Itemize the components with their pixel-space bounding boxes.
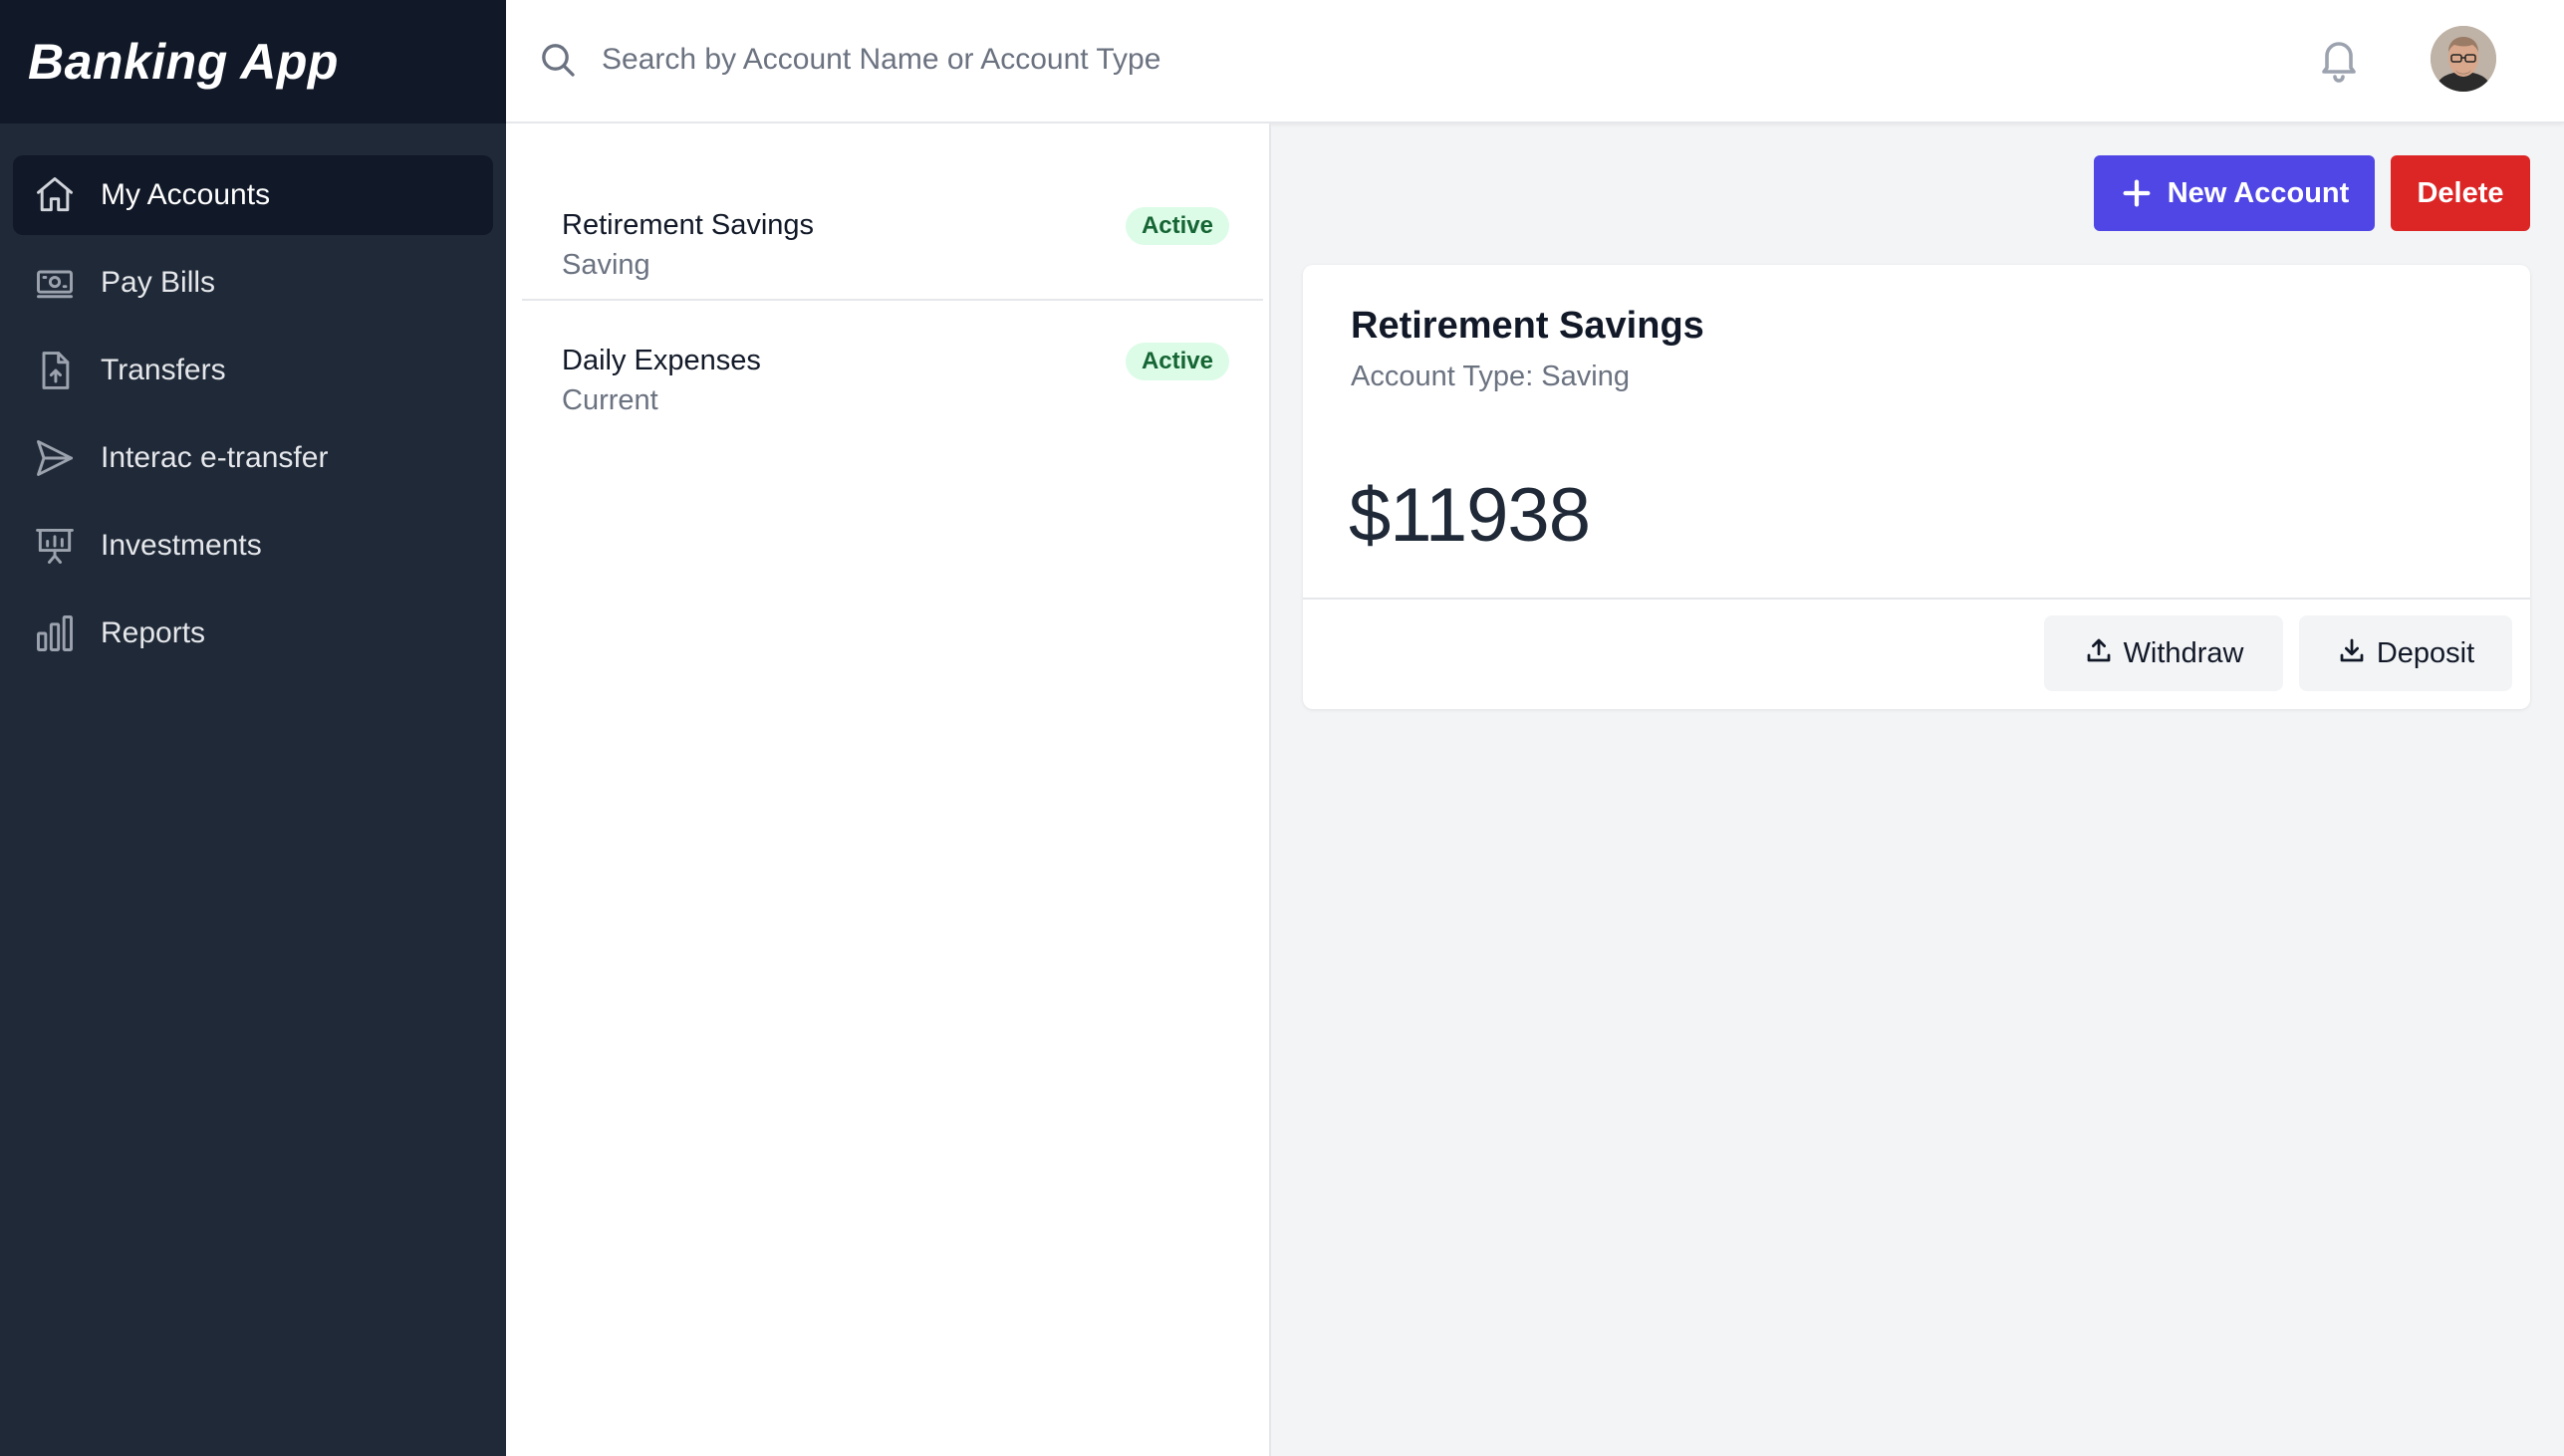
search-icon [538, 40, 578, 80]
sidebar-item-label: Investments [101, 529, 262, 562]
search-input[interactable] [602, 30, 2096, 90]
download-icon [2340, 638, 2364, 662]
sidebar-item-label: Transfers [101, 354, 226, 386]
account-name: Daily Expenses [562, 345, 761, 376]
status-badge: Active [1125, 343, 1229, 380]
top-header [506, 0, 2564, 123]
sidebar-item-label: Pay Bills [101, 266, 216, 299]
sidebar-item-label: My Accounts [101, 178, 271, 211]
sidebar-nav: My Accounts Pay Bills Transfers Interac … [0, 123, 506, 673]
sidebar-item-label: Reports [101, 616, 206, 649]
avatar[interactable] [2431, 26, 2496, 92]
bell-icon[interactable] [2315, 36, 2365, 86]
deposit-label: Deposit [2376, 636, 2475, 669]
new-account-label: New Account [2167, 176, 2350, 209]
card-divider [1303, 598, 2530, 600]
account-detail-card: Retirement Savings Account Type: Saving … [1303, 265, 2530, 709]
account-type: Current [562, 384, 658, 416]
sidebar-item-investments[interactable]: Investments [13, 506, 493, 586]
new-account-button[interactable]: New Account [2094, 155, 2375, 231]
upload-icon [2087, 638, 2110, 662]
status-badge: Active [1125, 207, 1229, 245]
home-icon [31, 171, 79, 219]
sidebar-item-interac-e-transfer[interactable]: Interac e-transfer [13, 418, 493, 498]
sidebar-item-reports[interactable]: Reports [13, 594, 493, 673]
account-name: Retirement Savings [562, 209, 815, 241]
account-list: Retirement Savings Saving Active Daily E… [506, 123, 1271, 1456]
withdraw-button[interactable]: Withdraw [2044, 615, 2283, 691]
delete-label: Delete [2417, 176, 2504, 209]
delete-button[interactable]: Delete [2391, 155, 2530, 231]
presentation-chart-icon [31, 522, 79, 570]
brand-header: Banking App [0, 0, 506, 123]
detail-account-type: Account Type: Saving [1351, 361, 1630, 392]
detail-account-name: Retirement Savings [1351, 305, 1704, 347]
document-upload-icon [31, 347, 79, 394]
cash-icon [31, 259, 79, 307]
sidebar-item-my-accounts[interactable]: My Accounts [13, 155, 493, 235]
deposit-button[interactable]: Deposit [2299, 615, 2512, 691]
sidebar-item-pay-bills[interactable]: Pay Bills [13, 243, 493, 323]
account-list-item[interactable]: Retirement Savings Saving Active [522, 149, 1263, 299]
plus-icon [2123, 179, 2151, 207]
withdraw-label: Withdraw [2123, 636, 2244, 669]
app-title: Banking App [28, 34, 339, 90]
sidebar-item-label: Interac e-transfer [101, 441, 329, 474]
sidebar-item-transfers[interactable]: Transfers [13, 331, 493, 410]
bar-chart-icon [31, 609, 79, 657]
account-list-item[interactable]: Daily Expenses Current Active [522, 301, 1263, 450]
sidebar: Banking App My Accounts Pay Bills Transf… [0, 0, 506, 1456]
paper-plane-icon [31, 434, 79, 482]
account-type: Saving [562, 249, 650, 281]
account-balance: $11938 [1349, 473, 1591, 558]
